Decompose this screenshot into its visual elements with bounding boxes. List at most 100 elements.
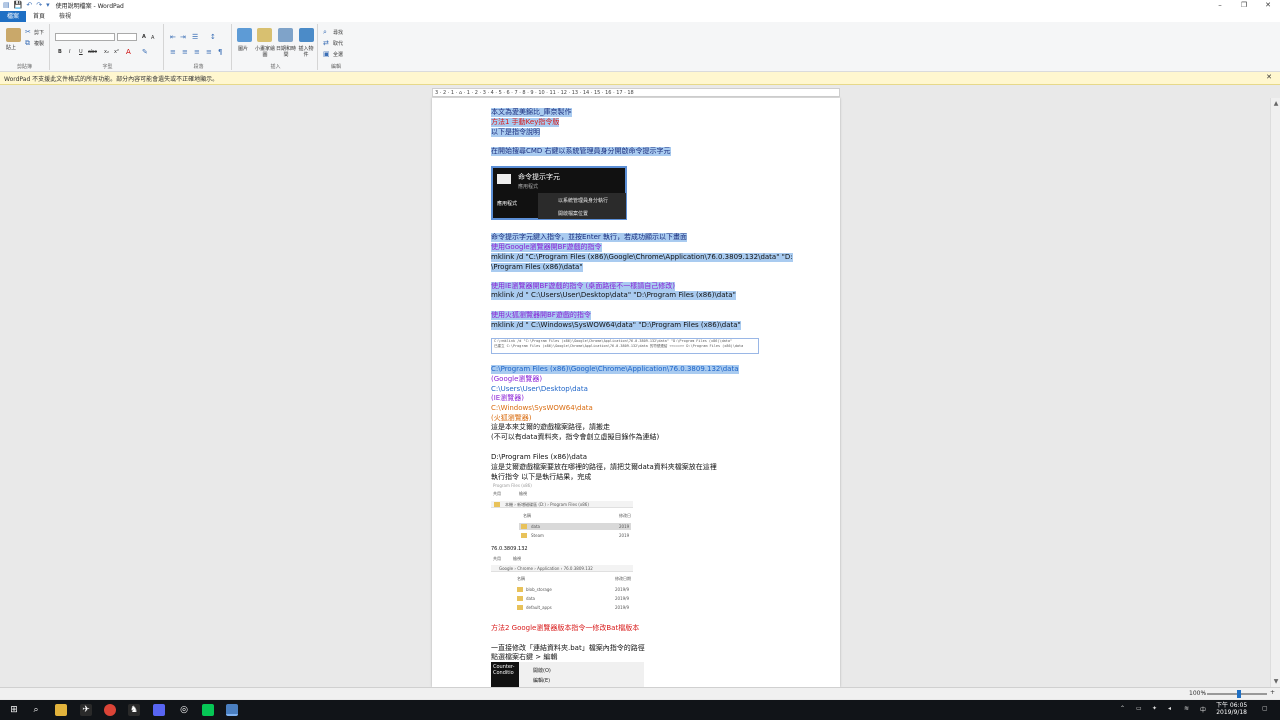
tray-volume-icon[interactable]: ◂ [1168,705,1171,712]
select-all-icon[interactable]: ▣ [323,50,330,58]
maximize-button[interactable]: ❐ [1232,0,1256,11]
doc-line-ie-path: C:\Users\User\Desktop\data [491,385,588,393]
start-icon[interactable]: ⊞ [8,704,20,716]
highlight-icon[interactable]: ✎ [142,48,148,56]
cut-label[interactable]: 剪下 [34,30,44,36]
text-color-icon[interactable]: A [126,48,131,56]
discord-icon[interactable] [153,704,165,716]
paint-label[interactable]: 小畫家繪圖 [254,46,276,58]
ctx-open-item: 開啟(O) [533,668,551,674]
notification-icon[interactable]: ▢ [1262,705,1268,712]
blob-folder-icon [517,587,523,592]
doc-line-run: 命令提示字元鍵入指令，並按Enter 執行，若成功顯示以下畫面 [491,233,688,242]
vertical-scrollbar[interactable]: ▲ ▼ [1270,98,1280,687]
steam-icon[interactable]: ◎ [178,704,190,716]
minimize-button[interactable]: – [1208,0,1232,11]
title-bar: ▤ 💾 ↶ ↷ ▾ 使用說明檔案 - WordPad – ❐ ✕ [0,0,1280,11]
tray-ime-icon[interactable]: 中 [1200,705,1206,714]
search-icon[interactable]: ⌕ [30,704,42,716]
tab-home[interactable]: 首頁 [26,11,52,22]
app-menu-icon[interactable]: ▤ [3,1,10,10]
doc-line-google-cmd-1: mklink /d "C:\Program Files (x86)\Google… [491,253,793,262]
paragraph-group: ⇤ ⇥ ☰ ↕ ≡ ≡ ≡ ≡ ¶ 段落 [166,24,232,70]
cut-icon[interactable]: ✂ [25,28,31,36]
align-center-icon[interactable]: ≡ [182,48,188,56]
explorer1-item-data: data [531,524,541,529]
shrink-font-button[interactable]: A [151,35,154,41]
doc-line-original-path: 這是本來艾爾的遊戲檔案路徑，請搬走 [491,423,610,431]
tray-network-icon[interactable]: ▭ [1136,705,1142,712]
wordpad-taskbar-icon[interactable] [226,704,238,716]
explorer1-col-date: 修改日 [619,513,631,518]
paint-icon[interactable] [257,28,272,42]
line-icon[interactable] [202,704,214,716]
scroll-down-icon[interactable]: ▼ [1271,678,1280,685]
ribbon-tabs: 檔案 首頁 檢視 [0,11,1280,22]
picture-label[interactable]: 圖片 [238,46,248,52]
increase-indent-icon[interactable]: ⇥ [180,33,186,41]
doc-line-google-cmd-2: \Program Files (x86)\data" [491,263,583,272]
replace-icon[interactable]: ⇄ [323,39,329,47]
customize-toolbar-icon[interactable]: ▾ [46,1,50,10]
italic-button[interactable]: I [69,49,70,55]
document-page[interactable]: 本文為愛美錦比_庫奈製作 方法1 手動Key指令版 以下是指令說明 在開始搜尋C… [432,98,840,687]
zoom-slider[interactable] [1207,690,1267,698]
line-spacing-icon[interactable]: ↕ [210,33,216,41]
tray-app-icon[interactable]: ✦ [1152,705,1157,712]
font-family-select[interactable] [55,33,115,41]
clock-time: 下午 06:05 [1216,702,1248,709]
find-icon[interactable]: ⌕ [323,28,327,36]
explorer2-item-blob: blob_storage [526,587,552,592]
paste-label[interactable]: 貼上 [6,45,16,51]
undo-icon[interactable]: ↶ [26,1,32,10]
app-icon-1[interactable]: ✈ [80,704,92,716]
close-warning-button[interactable]: ✕ [1266,73,1272,81]
save-icon[interactable]: 💾 [14,1,23,10]
paragraph-settings-icon[interactable]: ¶ [218,48,222,56]
zoom-out-button[interactable]: – [1202,689,1205,696]
select-all-label[interactable]: 全選 [333,52,343,58]
replace-label[interactable]: 取代 [333,41,343,47]
zoom-in-button[interactable]: + [1270,689,1275,696]
paragraph-group-label: 段落 [193,64,204,70]
copy-icon[interactable]: ⧉ [25,39,30,47]
ruler[interactable]: 3 · 2 · 1 · ⌂ · 1 · 2 · 3 · 4 · 5 · 6 · … [432,88,840,97]
zoom-slider-thumb[interactable] [1237,690,1241,698]
bold-button[interactable]: B [58,49,62,55]
doc-line-open-cmd: 在開始搜尋CMD 右鍵以系統管理員身分開啟命令提示字元 [491,147,671,156]
find-label[interactable]: 尋找 [333,30,343,36]
scroll-up-icon[interactable]: ▲ [1271,100,1280,107]
explorer1-folder-icon [494,502,500,507]
tray-wifi-icon[interactable]: ≋ [1184,705,1189,712]
tab-file[interactable]: 檔案 [0,11,27,22]
copy-label[interactable]: 複製 [34,41,44,47]
font-group-label: 字型 [102,64,113,70]
font-size-select[interactable] [117,33,137,41]
insert-object-icon[interactable] [299,28,314,42]
underline-button[interactable]: U [79,49,83,55]
datetime-icon[interactable] [278,28,293,42]
strikethrough-button[interactable]: abc [88,49,97,55]
insert-object-label[interactable]: 插入物件 [298,46,314,58]
decrease-indent-icon[interactable]: ⇤ [170,33,176,41]
picture-icon[interactable] [237,28,252,42]
tray-chevron-icon[interactable]: ⌃ [1120,705,1125,712]
grow-font-button[interactable]: A [142,34,146,40]
superscript-button[interactable]: x² [114,49,119,55]
datetime-label[interactable]: 日期和時間 [276,46,296,58]
align-right-icon[interactable]: ≡ [194,48,200,56]
clock[interactable]: 下午 06:05 2019/9/18 [1216,702,1247,716]
tab-view[interactable]: 檢視 [52,11,78,22]
justify-icon[interactable]: ≡ [206,48,212,56]
insert-group-label: 插入 [270,64,281,70]
align-left-icon[interactable]: ≡ [170,48,176,56]
list-icon[interactable]: ☰ [192,33,198,41]
editing-group: ⌕ 尋找 ⇄ 取代 ▣ 全選 編輯 [320,24,352,70]
redo-icon[interactable]: ↷ [36,1,42,10]
paste-icon[interactable] [6,28,21,42]
subscript-button[interactable]: x₂ [104,49,109,55]
close-button[interactable]: ✕ [1256,0,1280,11]
file-explorer-icon[interactable] [55,704,67,716]
chrome-icon[interactable] [104,704,116,716]
app-icon-2[interactable]: ♞ [128,704,140,716]
